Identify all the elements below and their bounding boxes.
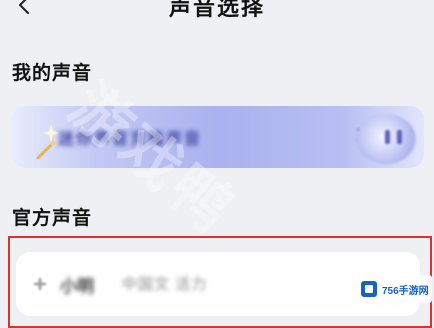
voice-level-bar-right bbox=[397, 130, 402, 144]
voice-level-bar-left bbox=[385, 130, 390, 144]
site-logo-icon bbox=[361, 281, 377, 297]
my-voice-section-title: 我的声音 bbox=[12, 63, 93, 84]
page-title: 声音选择 bbox=[168, 0, 265, 20]
official-voice-section-title: 官方声音 bbox=[12, 208, 93, 229]
site-logo-text: 756手游网 bbox=[382, 286, 429, 297]
site-logo: 756手游网 bbox=[354, 275, 432, 303]
my-voice-banner-text: 迷你声音克隆声音 bbox=[58, 131, 203, 148]
magic-wand-icon bbox=[36, 140, 56, 160]
my-voice-banner[interactable]: 迷你声音克隆声音 bbox=[12, 106, 424, 168]
top-bar: 声音选择 bbox=[0, 0, 434, 30]
